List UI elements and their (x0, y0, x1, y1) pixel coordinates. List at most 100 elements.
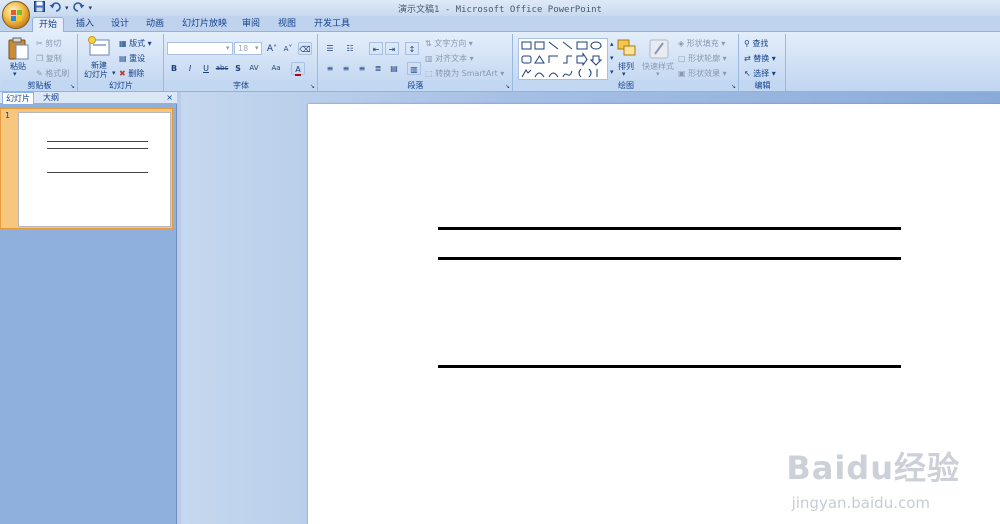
layout-icon: ▦ (119, 39, 127, 48)
editing-group-label: 编辑 (740, 80, 785, 91)
shape-fill-icon: ◈ (678, 39, 685, 48)
shapes-scroll-down-icon[interactable]: ▾ (610, 54, 614, 62)
font-color-icon: A (295, 65, 301, 76)
tab-home[interactable]: 开始 (32, 17, 65, 32)
bold-button[interactable]: B (167, 62, 181, 75)
redo-icon[interactable] (72, 1, 85, 15)
drawing-launcher-icon[interactable]: ↘ (731, 83, 736, 90)
shapes-scroll-up-icon[interactable]: ▴ (610, 40, 614, 48)
tab-insert[interactable]: 插入 (70, 17, 100, 32)
office-button[interactable] (2, 1, 30, 29)
increase-indent-icon[interactable]: ⇥ (385, 42, 399, 55)
format-painter-button[interactable]: ✎ 格式刷 (36, 68, 69, 79)
strikethrough-button[interactable]: abc (215, 62, 229, 75)
smartart-icon: ⬚ (425, 69, 433, 78)
copy-button[interactable]: ❐ 复制 (36, 53, 62, 64)
delete-button[interactable]: ✖ 删除 (119, 68, 144, 79)
quick-styles-dropdown-icon[interactable]: ▾ (656, 70, 660, 78)
clipboard-group: 粘贴 ▾ ✂ 剪切 ❐ 复制 ✎ 格式刷 剪贴板 ↘ (2, 34, 78, 91)
arrange-button[interactable]: 排列 (618, 61, 634, 72)
clear-formatting-icon[interactable]: ⌫ (298, 42, 312, 55)
slide-line-shape[interactable] (438, 365, 901, 368)
baidu-watermark: Baidu经验 (786, 449, 960, 487)
arrange-dropdown-icon[interactable]: ▾ (622, 70, 626, 78)
paragraph-launcher-icon[interactable]: ↘ (505, 83, 510, 90)
shrink-font-button[interactable]: A˅ (281, 42, 295, 55)
underline-button[interactable]: U (199, 62, 213, 75)
align-right-icon[interactable]: ≡ (355, 62, 369, 75)
text-shadow-button[interactable]: S (231, 62, 245, 75)
tab-slideshow[interactable]: 幻灯片放映 (176, 17, 233, 32)
align-left-icon[interactable]: ≡ (323, 62, 337, 75)
grow-font-button[interactable]: A˄ (265, 42, 279, 55)
slide-number: 1 (5, 111, 11, 120)
bullets-icon[interactable]: ☰ (323, 42, 337, 55)
find-button[interactable]: ⚲ 查找 (744, 38, 768, 49)
select-button[interactable]: ↖ 选择 ▾ (744, 68, 776, 79)
thumbnail-line (47, 148, 148, 149)
clipboard-group-label: 剪贴板 (2, 80, 77, 91)
tab-animations[interactable]: 动画 (140, 17, 170, 32)
tab-outline-pane[interactable]: 大纲 (40, 92, 62, 104)
quick-styles-icon[interactable] (648, 38, 670, 63)
font-name-dropdown-icon[interactable]: ▾ (226, 44, 230, 52)
shape-effects-icon: ▣ (678, 69, 686, 78)
convert-smartart-button[interactable]: ⬚ 转换为 SmartArt ▾ (425, 68, 504, 79)
shapes-gallery[interactable] (518, 38, 608, 80)
columns-icon[interactable]: ▥ (407, 62, 421, 75)
align-text-button[interactable]: ▥ 对齐文本 ▾ (425, 53, 474, 64)
cut-icon: ✂ (36, 39, 43, 48)
decrease-indent-icon[interactable]: ⇤ (369, 42, 383, 55)
font-name-combo[interactable] (167, 42, 233, 55)
format-painter-icon: ✎ (36, 69, 43, 78)
tab-design[interactable]: 设计 (105, 17, 135, 32)
tab-slides-pane[interactable]: 幻灯片 (2, 92, 34, 104)
justify-icon[interactable]: ≣ (371, 62, 385, 75)
line-spacing-icon[interactable]: ↕ (405, 42, 419, 55)
paste-dropdown-icon[interactable]: ▾ (13, 70, 17, 78)
paste-icon[interactable] (8, 36, 30, 63)
align-center-icon[interactable]: ≡ (339, 62, 353, 75)
shape-outline-button[interactable]: ▢ 形状轮廓 ▾ (678, 53, 727, 64)
shapes-more-icon[interactable]: ▾ (610, 68, 614, 76)
paragraph-group-label: 段落 (319, 80, 512, 91)
paragraph-group: ☰ ☷ ⇤ ⇥ ↕ ⇅ 文字方向 ▾ ▥ 对齐文本 ▾ ⬚ 转换为 SmartA… (319, 34, 513, 91)
tab-view[interactable]: 视图 (272, 17, 302, 32)
shape-effects-button[interactable]: ▣ 形状效果 ▾ (678, 68, 727, 79)
italic-button[interactable]: I (183, 62, 197, 75)
change-case-button[interactable]: Aa (269, 62, 283, 75)
character-spacing-button[interactable]: AV (247, 62, 261, 75)
numbering-icon[interactable]: ☷ (343, 42, 357, 55)
new-slide-label-2[interactable]: 幻灯片 (84, 69, 108, 80)
clipboard-launcher-icon[interactable]: ↘ (70, 83, 75, 90)
new-slide-dropdown-icon[interactable]: ▾ (112, 69, 116, 77)
slide-line-shape[interactable] (438, 227, 901, 230)
tab-developer[interactable]: 开发工具 (308, 17, 356, 32)
save-icon[interactable] (34, 0, 45, 15)
replace-button[interactable]: ⇄ 替换 ▾ (744, 53, 776, 64)
arrange-icon[interactable] (616, 38, 638, 63)
font-group-label: 字体 (165, 80, 317, 91)
font-launcher-icon[interactable]: ↘ (310, 83, 315, 90)
slide-thumbnail-row[interactable]: 1 (0, 108, 173, 229)
align-text-icon: ▥ (425, 54, 433, 63)
close-pane-icon[interactable]: × (166, 92, 173, 104)
replace-icon: ⇄ (744, 54, 751, 63)
font-size-dropdown-icon[interactable]: ▾ (255, 44, 259, 52)
new-slide-icon[interactable] (87, 36, 111, 61)
slides-panel: 幻灯片 大纲 × 1 (0, 92, 177, 524)
reset-button[interactable]: ▤ 重设 (119, 53, 145, 64)
customize-qat-icon[interactable]: ▾ (89, 4, 93, 12)
shape-fill-button[interactable]: ◈ 形状填充 ▾ (678, 38, 725, 49)
undo-icon[interactable] (49, 1, 61, 15)
layout-button[interactable]: ▦ 版式 ▾ (119, 38, 152, 49)
tab-review[interactable]: 审阅 (236, 17, 266, 32)
editing-group: ⚲ 查找 ⇄ 替换 ▾ ↖ 选择 ▾ 编辑 (740, 34, 786, 91)
undo-dropdown-icon[interactable]: ▾ (65, 4, 69, 12)
font-color-button[interactable]: A (291, 62, 305, 76)
distribute-icon[interactable]: ▤ (387, 62, 401, 75)
cut-button[interactable]: ✂ 剪切 (36, 38, 61, 49)
text-direction-button[interactable]: ⇅ 文字方向 ▾ (425, 38, 473, 49)
slide-thumbnail[interactable] (18, 112, 171, 227)
slide-line-shape[interactable] (438, 257, 901, 260)
